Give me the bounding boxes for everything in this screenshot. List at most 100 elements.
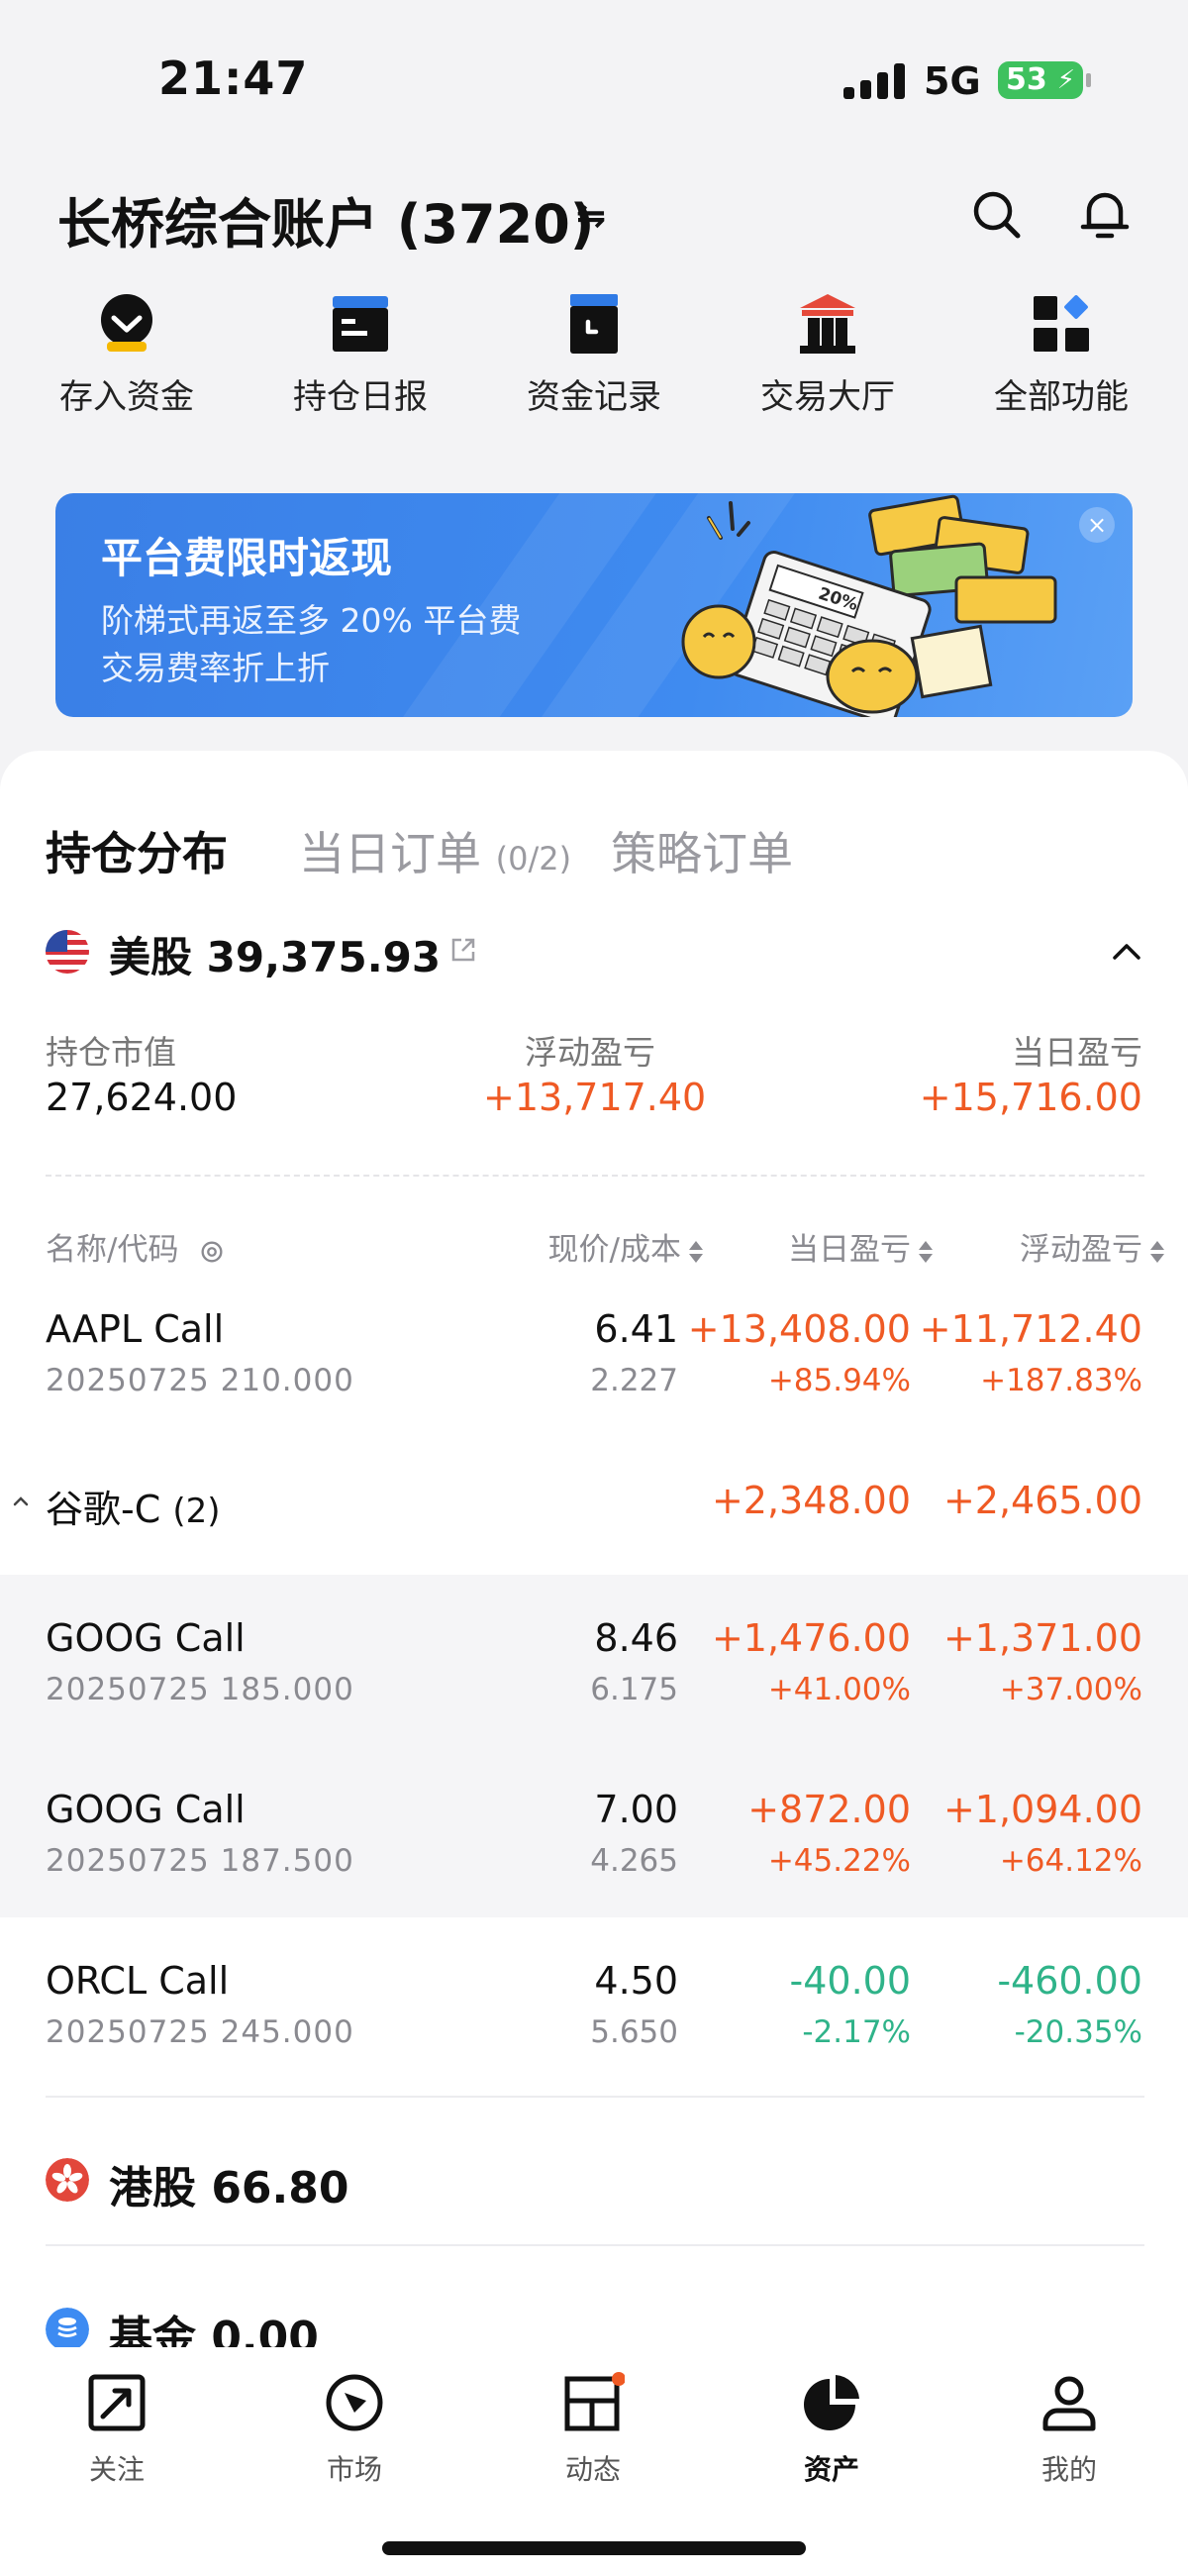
tabbar-profile[interactable]: 我的 bbox=[990, 2371, 1148, 2488]
hk-market-header[interactable]: 港股 66.80 bbox=[46, 2152, 838, 2214]
col-label: 浮动盈亏 bbox=[1020, 1232, 1142, 1268]
quick-deposit[interactable]: 存入资金 bbox=[33, 292, 221, 418]
quick-daily-report[interactable]: 持仓日报 bbox=[266, 292, 454, 418]
cost-price: 4.265 bbox=[590, 1843, 678, 1879]
day-pl-pct: +41.00% bbox=[767, 1672, 911, 1707]
day-pl: +13,408.00 bbox=[687, 1307, 911, 1351]
holdings-tabs: 持仓分布 当日订单 (0/2) 策略订单 bbox=[0, 751, 1188, 880]
position-row[interactable]: AAPL Call 20250725 210.000 6.41 2.227 +1… bbox=[0, 1307, 1188, 1456]
header: 长桥综合账户 (3720) ⇋ bbox=[0, 168, 1188, 267]
signal-icon bbox=[843, 61, 905, 99]
col-day-pl[interactable]: 当日盈亏 bbox=[788, 1224, 933, 1269]
float-pl-pct: -20.35% bbox=[1014, 2014, 1142, 2050]
group-float-pl: +2,465.00 bbox=[942, 1479, 1142, 1522]
sort-icon bbox=[1150, 1239, 1164, 1265]
market-icon bbox=[326, 2374, 383, 2431]
fund-record-icon bbox=[570, 294, 618, 354]
tabbar-watchlist[interactable]: 关注 bbox=[38, 2371, 196, 2488]
position-code: 20250725 210.000 bbox=[46, 1363, 354, 1398]
swap-icon[interactable]: ⇋ bbox=[576, 196, 606, 237]
day-pl-value: +15,716.00 bbox=[919, 1076, 1142, 1119]
deposit-icon bbox=[101, 294, 152, 352]
quick-label: 存入资金 bbox=[59, 377, 194, 417]
col-name-code: 名称/代码 bbox=[46, 1224, 226, 1269]
day-pl: +872.00 bbox=[747, 1788, 911, 1831]
position-row[interactable]: ORCL Call 20250725 245.000 4.50 5.650 -4… bbox=[0, 1959, 1188, 2108]
collapse-icon[interactable] bbox=[10, 1491, 32, 1512]
chevron-up-icon[interactable] bbox=[1109, 934, 1144, 970]
day-pl: -40.00 bbox=[789, 1959, 912, 2003]
col-label: 现价/成本 bbox=[547, 1232, 681, 1268]
day-pl-pct: +45.22% bbox=[767, 1843, 911, 1879]
tabbar-label: 资产 bbox=[803, 2453, 859, 2486]
quick-label: 全部功能 bbox=[994, 377, 1129, 417]
quick-label: 持仓日报 bbox=[293, 377, 428, 417]
position-row[interactable]: GOOG Call 20250725 185.000 8.46 6.175 +1… bbox=[0, 1575, 1188, 1746]
float-pl-value: +13,717.40 bbox=[483, 1076, 707, 1119]
float-pl: -460.00 bbox=[997, 1959, 1142, 2003]
us-flag-icon bbox=[46, 930, 89, 974]
cost-price: 5.650 bbox=[590, 2014, 678, 2050]
assets-icon bbox=[804, 2375, 859, 2430]
charging-icon: ⚡ bbox=[1056, 65, 1075, 95]
col-float-pl[interactable]: 浮动盈亏 bbox=[1020, 1224, 1164, 1269]
quick-label: 资金记录 bbox=[527, 377, 661, 417]
quick-all-functions[interactable]: 全部功能 bbox=[967, 292, 1155, 418]
sort-icon bbox=[919, 1239, 933, 1265]
position-name: GOOG Call bbox=[46, 1788, 246, 1831]
account-title[interactable]: 长桥综合账户 (3720) bbox=[57, 180, 594, 258]
tab-label: 持仓分布 bbox=[46, 827, 228, 880]
promo-banner[interactable]: 平台费限时返现 阶梯式再返至多 20% 平台费 交易费率折上折 20% × bbox=[55, 493, 1133, 717]
bell-icon[interactable] bbox=[1077, 186, 1133, 242]
position-code: 20250725 185.000 bbox=[46, 1672, 354, 1707]
position-code: 20250725 245.000 bbox=[46, 2014, 354, 2050]
profile-icon bbox=[1042, 2376, 1096, 2431]
home-indicator bbox=[382, 2541, 806, 2555]
banner-line-2: 交易费率折上折 bbox=[101, 649, 330, 687]
search-icon[interactable] bbox=[968, 186, 1024, 242]
quick-fund-record[interactable]: 资金记录 bbox=[500, 292, 688, 418]
market-value: 27,624.00 bbox=[46, 1076, 238, 1119]
external-link-icon[interactable] bbox=[449, 936, 477, 964]
tabbar-market[interactable]: 市场 bbox=[275, 2371, 434, 2488]
col-price-cost[interactable]: 现价/成本 bbox=[548, 1224, 703, 1269]
settings-icon[interactable] bbox=[198, 1238, 226, 1266]
tabbar-assets[interactable]: 资产 bbox=[752, 2371, 911, 2488]
tabbar-feed[interactable]: 动态 bbox=[514, 2371, 672, 2488]
group-count: (2) bbox=[172, 1492, 221, 1531]
quick-actions: 存入资金 持仓日报 资金记录 交易大厅 全部功能 bbox=[0, 292, 1188, 421]
tab-today-orders[interactable]: 当日订单 (0/2) bbox=[299, 818, 571, 883]
position-row[interactable]: GOOG Call 20250725 187.500 7.00 4.265 +8… bbox=[0, 1746, 1188, 1917]
calculator-coins-illustration: 20% bbox=[681, 494, 1057, 717]
group-row[interactable]: 谷歌-C (2) +2,348.00 +2,465.00 bbox=[0, 1479, 1188, 1548]
day-pl-pct: +85.94% bbox=[767, 1363, 911, 1398]
tab-strategy-orders[interactable]: 策略订单 bbox=[611, 818, 793, 883]
watchlist-icon bbox=[88, 2374, 146, 2431]
banner-close-button[interactable]: × bbox=[1079, 507, 1115, 543]
float-pl: +11,712.40 bbox=[919, 1307, 1142, 1351]
col-label: 当日盈亏 bbox=[788, 1232, 911, 1268]
float-pl-pct: +187.83% bbox=[980, 1363, 1142, 1398]
group-name: 谷歌-C (2) bbox=[46, 1479, 221, 1533]
sort-icon bbox=[689, 1239, 703, 1265]
current-price: 8.46 bbox=[594, 1616, 678, 1660]
group-positions: GOOG Call 20250725 185.000 8.46 6.175 +1… bbox=[0, 1575, 1188, 1917]
col-label: 名称/代码 bbox=[46, 1232, 179, 1268]
group-day-pl: +2,348.00 bbox=[711, 1479, 911, 1522]
divider bbox=[46, 2096, 1144, 2098]
daily-report-icon bbox=[333, 296, 388, 352]
banner-line-1: 阶梯式再返至多 20% 平台费 bbox=[101, 601, 522, 640]
current-price: 6.41 bbox=[594, 1307, 678, 1351]
divider bbox=[46, 1175, 1144, 1177]
tabbar-label: 动态 bbox=[564, 2453, 621, 2486]
holdings-panel: 持仓分布 当日订单 (0/2) 策略订单 美股 39,375.93 持仓市值 浮… bbox=[0, 751, 1188, 2375]
day-pl-pct: -2.17% bbox=[802, 2014, 911, 2050]
tab-positions[interactable]: 持仓分布 bbox=[46, 818, 228, 883]
group-label: 谷歌-C bbox=[46, 1488, 161, 1531]
us-market-header[interactable]: 美股 39,375.93 bbox=[46, 924, 1144, 983]
float-pl: +1,371.00 bbox=[942, 1616, 1142, 1660]
float-pl-label: 浮动盈亏 bbox=[525, 1033, 655, 1072]
tab-count: (0/2) bbox=[495, 840, 572, 877]
quick-trading-hall[interactable]: 交易大厅 bbox=[734, 292, 922, 418]
tab-label: 当日订单 bbox=[299, 827, 481, 880]
